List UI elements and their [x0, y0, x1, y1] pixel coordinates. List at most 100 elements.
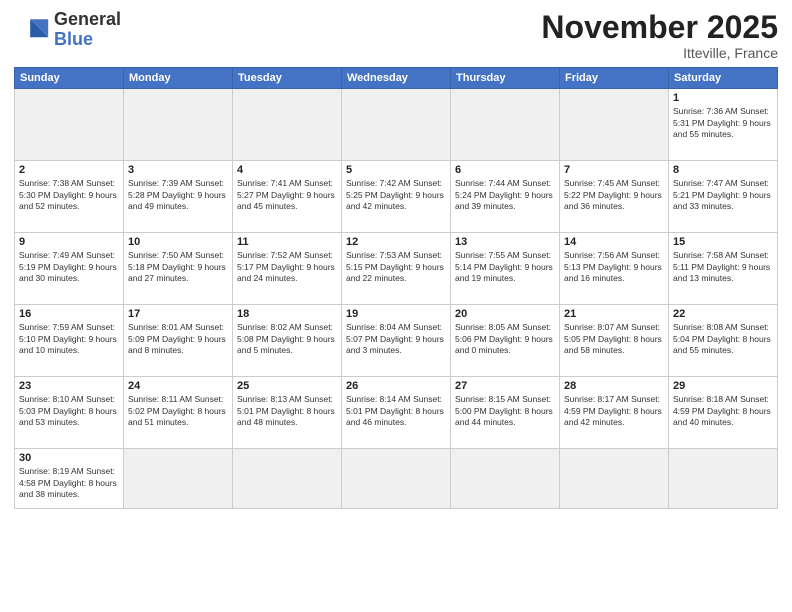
col-friday: Friday: [560, 68, 669, 89]
day-info: Sunrise: 8:05 AM Sunset: 5:06 PM Dayligh…: [455, 322, 555, 356]
calendar-cell: 26Sunrise: 8:14 AM Sunset: 5:01 PM Dayli…: [342, 377, 451, 449]
day-info: Sunrise: 8:04 AM Sunset: 5:07 PM Dayligh…: [346, 322, 446, 356]
calendar-week-1: 1Sunrise: 7:36 AM Sunset: 5:31 PM Daylig…: [15, 89, 778, 161]
calendar-cell: [124, 449, 233, 509]
calendar-cell: 30 Sunrise: 8:19 AM Sunset: 4:58 PM Dayli…: [15, 449, 124, 509]
day-number: 24: [128, 380, 228, 392]
day-info: Sunrise: 8:17 AM Sunset: 4:59 PM Dayligh…: [564, 394, 664, 428]
day-info: Sunrise: 8:10 AM Sunset: 5:03 PM Dayligh…: [19, 394, 119, 428]
day-number: 20: [455, 308, 555, 320]
day-info: Sunrise: 7:58 AM Sunset: 5:11 PM Dayligh…: [673, 250, 773, 284]
day-info: Sunrise: 8:07 AM Sunset: 5:05 PM Dayligh…: [564, 322, 664, 356]
calendar-cell: [124, 89, 233, 161]
day-number: 15: [673, 236, 773, 248]
logo-blue: Blue: [54, 29, 93, 49]
calendar-cell: 4Sunrise: 7:41 AM Sunset: 5:27 PM Daylig…: [233, 161, 342, 233]
day-info: Sunrise: 7:56 AM Sunset: 5:13 PM Dayligh…: [564, 250, 664, 284]
logo-text: General Blue: [54, 10, 121, 50]
day-number: 8: [673, 164, 773, 176]
day-number: 25: [237, 380, 337, 392]
day-number: 3: [128, 164, 228, 176]
day-number: 29: [673, 380, 773, 392]
calendar-cell: 20 Sunrise: 8:05 AM Sunset: 5:06 PM Dayli…: [451, 305, 560, 377]
calendar: Sunday Monday Tuesday Wednesday Thursday…: [14, 67, 778, 509]
col-monday: Monday: [124, 68, 233, 89]
logo-general: General: [54, 9, 121, 29]
generalblue-logo-icon: [14, 12, 50, 48]
calendar-cell: 8 Sunrise: 7:47 AM Sunset: 5:21 PM Daylig…: [669, 161, 778, 233]
day-info: Sunrise: 8:11 AM Sunset: 5:02 PM Dayligh…: [128, 394, 228, 428]
day-info: Sunrise: 8:19 AM Sunset: 4:58 PM Dayligh…: [19, 466, 119, 500]
calendar-cell: 25 Sunrise: 8:13 AM Sunset: 5:01 PM Dayli…: [233, 377, 342, 449]
day-info: Sunrise: 7:36 AM Sunset: 5:31 PM Dayligh…: [673, 106, 773, 140]
day-number: 28: [564, 380, 664, 392]
day-number: 17: [128, 308, 228, 320]
day-info: Sunrise: 7:47 AM Sunset: 5:21 PM Dayligh…: [673, 178, 773, 212]
day-number: 27: [455, 380, 555, 392]
header: General Blue November 2025 Itteville, Fr…: [14, 10, 778, 61]
day-number: 4: [237, 164, 337, 176]
day-number: 30: [19, 452, 119, 464]
calendar-cell: 17Sunrise: 8:01 AM Sunset: 5:09 PM Dayli…: [124, 305, 233, 377]
calendar-cell: 15 Sunrise: 7:58 AM Sunset: 5:11 PM Dayli…: [669, 233, 778, 305]
calendar-week-2: 2 Sunrise: 7:38 AM Sunset: 5:30 PM Daylig…: [15, 161, 778, 233]
day-info: Sunrise: 7:49 AM Sunset: 5:19 PM Dayligh…: [19, 250, 119, 284]
col-saturday: Saturday: [669, 68, 778, 89]
day-number: 11: [237, 236, 337, 248]
day-info: Sunrise: 7:59 AM Sunset: 5:10 PM Dayligh…: [19, 322, 119, 356]
day-number: 19: [346, 308, 446, 320]
day-info: Sunrise: 7:55 AM Sunset: 5:14 PM Dayligh…: [455, 250, 555, 284]
calendar-cell: [342, 89, 451, 161]
day-number: 10: [128, 236, 228, 248]
day-info: Sunrise: 8:13 AM Sunset: 5:01 PM Dayligh…: [237, 394, 337, 428]
page: General Blue November 2025 Itteville, Fr…: [0, 0, 792, 612]
day-info: Sunrise: 7:45 AM Sunset: 5:22 PM Dayligh…: [564, 178, 664, 212]
day-info: Sunrise: 8:08 AM Sunset: 5:04 PM Dayligh…: [673, 322, 773, 356]
day-number: 12: [346, 236, 446, 248]
day-number: 13: [455, 236, 555, 248]
calendar-cell: 16 Sunrise: 7:59 AM Sunset: 5:10 PM Dayli…: [15, 305, 124, 377]
day-number: 22: [673, 308, 773, 320]
calendar-cell: 29 Sunrise: 8:18 AM Sunset: 4:59 PM Dayli…: [669, 377, 778, 449]
calendar-cell: 19 Sunrise: 8:04 AM Sunset: 5:07 PM Dayli…: [342, 305, 451, 377]
calendar-cell: 14Sunrise: 7:56 AM Sunset: 5:13 PM Dayli…: [560, 233, 669, 305]
calendar-cell: 13 Sunrise: 7:55 AM Sunset: 5:14 PM Dayli…: [451, 233, 560, 305]
calendar-cell: 3Sunrise: 7:39 AM Sunset: 5:28 PM Daylig…: [124, 161, 233, 233]
calendar-cell: 10 Sunrise: 7:50 AM Sunset: 5:18 PM Dayli…: [124, 233, 233, 305]
day-number: 5: [346, 164, 446, 176]
day-number: 26: [346, 380, 446, 392]
location: Itteville, France: [541, 45, 778, 61]
calendar-cell: 23 Sunrise: 8:10 AM Sunset: 5:03 PM Dayli…: [15, 377, 124, 449]
logo: General Blue: [14, 10, 121, 50]
calendar-cell: [451, 89, 560, 161]
day-info: Sunrise: 8:18 AM Sunset: 4:59 PM Dayligh…: [673, 394, 773, 428]
col-thursday: Thursday: [451, 68, 560, 89]
calendar-cell: 27 Sunrise: 8:15 AM Sunset: 5:00 PM Dayli…: [451, 377, 560, 449]
day-number: 18: [237, 308, 337, 320]
day-number: 2: [19, 164, 119, 176]
day-info: Sunrise: 7:42 AM Sunset: 5:25 PM Dayligh…: [346, 178, 446, 212]
day-info: Sunrise: 7:44 AM Sunset: 5:24 PM Dayligh…: [455, 178, 555, 212]
day-number: 23: [19, 380, 119, 392]
day-info: Sunrise: 7:38 AM Sunset: 5:30 PM Dayligh…: [19, 178, 119, 212]
day-number: 16: [19, 308, 119, 320]
day-info: Sunrise: 7:50 AM Sunset: 5:18 PM Dayligh…: [128, 250, 228, 284]
day-number: 21: [564, 308, 664, 320]
day-info: Sunrise: 8:15 AM Sunset: 5:00 PM Dayligh…: [455, 394, 555, 428]
calendar-cell: 6Sunrise: 7:44 AM Sunset: 5:24 PM Daylig…: [451, 161, 560, 233]
calendar-cell: 12 Sunrise: 7:53 AM Sunset: 5:15 PM Dayli…: [342, 233, 451, 305]
calendar-cell: 11Sunrise: 7:52 AM Sunset: 5:17 PM Dayli…: [233, 233, 342, 305]
day-info: Sunrise: 7:53 AM Sunset: 5:15 PM Dayligh…: [346, 250, 446, 284]
calendar-cell: [560, 89, 669, 161]
day-number: 7: [564, 164, 664, 176]
calendar-cell: 2 Sunrise: 7:38 AM Sunset: 5:30 PM Daylig…: [15, 161, 124, 233]
calendar-week-6: 30 Sunrise: 8:19 AM Sunset: 4:58 PM Dayli…: [15, 449, 778, 509]
calendar-cell: [15, 89, 124, 161]
month-title: November 2025: [541, 10, 778, 45]
calendar-cell: 24 Sunrise: 8:11 AM Sunset: 5:02 PM Dayli…: [124, 377, 233, 449]
calendar-cell: 5 Sunrise: 7:42 AM Sunset: 5:25 PM Daylig…: [342, 161, 451, 233]
calendar-cell: [669, 449, 778, 509]
calendar-week-5: 23 Sunrise: 8:10 AM Sunset: 5:03 PM Dayli…: [15, 377, 778, 449]
calendar-cell: [233, 449, 342, 509]
calendar-cell: 28 Sunrise: 8:17 AM Sunset: 4:59 PM Dayli…: [560, 377, 669, 449]
